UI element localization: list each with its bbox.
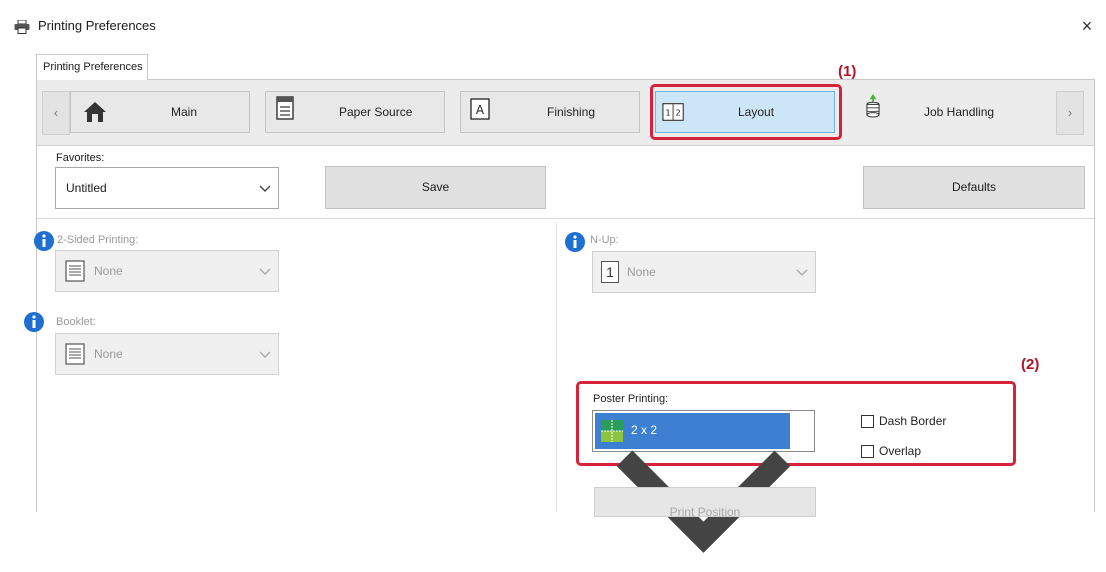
tab-paper-source-label: Paper Source — [339, 105, 413, 119]
paper-tray-icon — [276, 96, 294, 120]
nup-select[interactable]: 1 None — [592, 251, 816, 293]
favorites-select[interactable]: Untitled — [55, 167, 279, 209]
callout-label-2: (2) — [1021, 356, 1040, 373]
chevron-down-icon — [259, 185, 271, 192]
dash-border-label: Dash Border — [879, 414, 947, 428]
document-icon — [65, 343, 85, 365]
print-position-button[interactable]: Print Position — [594, 487, 816, 519]
scroll-right-button[interactable]: › — [1056, 91, 1084, 135]
poster-icon — [601, 420, 623, 442]
column-divider — [556, 222, 557, 512]
tab-paper-source[interactable]: Paper Source — [265, 91, 445, 133]
favorites-value: Untitled — [66, 181, 107, 195]
tab-job-handling-label: Job Handling — [924, 105, 995, 119]
overlap-label: Overlap — [879, 444, 922, 458]
poster-printing-label: Poster Printing: — [593, 393, 669, 405]
defaults-button[interactable]: Defaults — [863, 166, 1085, 209]
svg-text:A: A — [476, 103, 485, 117]
info-icon[interactable] — [24, 312, 44, 332]
frame-right — [1094, 79, 1095, 512]
poster-printing-value: 2 x 2 — [631, 423, 658, 437]
dash-border-checkbox[interactable] — [861, 415, 874, 428]
tab-main[interactable]: Main — [70, 91, 250, 133]
chevron-down-icon — [259, 351, 271, 358]
tab-printing-preferences[interactable]: Printing Preferences — [36, 54, 148, 80]
document-icon — [65, 260, 85, 282]
favorites-label: Favorites: — [56, 152, 105, 164]
scroll-left-button[interactable]: ‹ — [42, 91, 70, 135]
chevron-down-icon — [259, 268, 271, 275]
tab-main-label: Main — [171, 105, 198, 119]
callout-box-1 — [650, 84, 842, 140]
poster-selection-highlight: 2 x 2 — [595, 413, 790, 449]
tab-finishing-label: Finishing — [547, 105, 596, 119]
nup-badge: 1 — [601, 261, 619, 283]
booklet-label: Booklet: — [56, 316, 96, 328]
overlap-checkbox[interactable] — [861, 445, 874, 458]
poster-printing-select[interactable]: 2 x 2 — [592, 410, 815, 553]
two-sided-value: None — [94, 264, 123, 278]
tab-job-handling[interactable]: Job Handling — [850, 91, 1050, 133]
nup-label: N-Up: — [590, 234, 619, 246]
close-icon: × — [1081, 16, 1093, 36]
nup-value: None — [627, 265, 656, 279]
booklet-select[interactable]: None — [55, 333, 279, 375]
close-button[interactable]: × — [1074, 14, 1100, 38]
two-sided-select[interactable]: None — [55, 250, 279, 292]
printer-icon — [14, 20, 30, 34]
tab-finishing[interactable]: A Finishing — [460, 91, 640, 133]
job-handling-icon — [866, 94, 880, 118]
section-divider — [37, 218, 1094, 219]
finishing-icon: A — [470, 98, 490, 120]
info-icon[interactable] — [565, 232, 585, 252]
info-icon[interactable] — [34, 231, 54, 251]
booklet-value: None — [94, 347, 123, 361]
chevron-right-icon: › — [1067, 105, 1073, 120]
save-button[interactable]: Save — [325, 166, 546, 209]
home-icon — [84, 102, 106, 122]
window-title: Printing Preferences — [38, 18, 156, 33]
title-bar — [0, 0, 1106, 46]
chevron-left-icon: ‹ — [53, 105, 59, 120]
two-sided-label: 2-Sided Printing: — [57, 234, 139, 246]
chevron-down-icon — [796, 269, 808, 276]
callout-label-1: (1) — [838, 63, 857, 80]
